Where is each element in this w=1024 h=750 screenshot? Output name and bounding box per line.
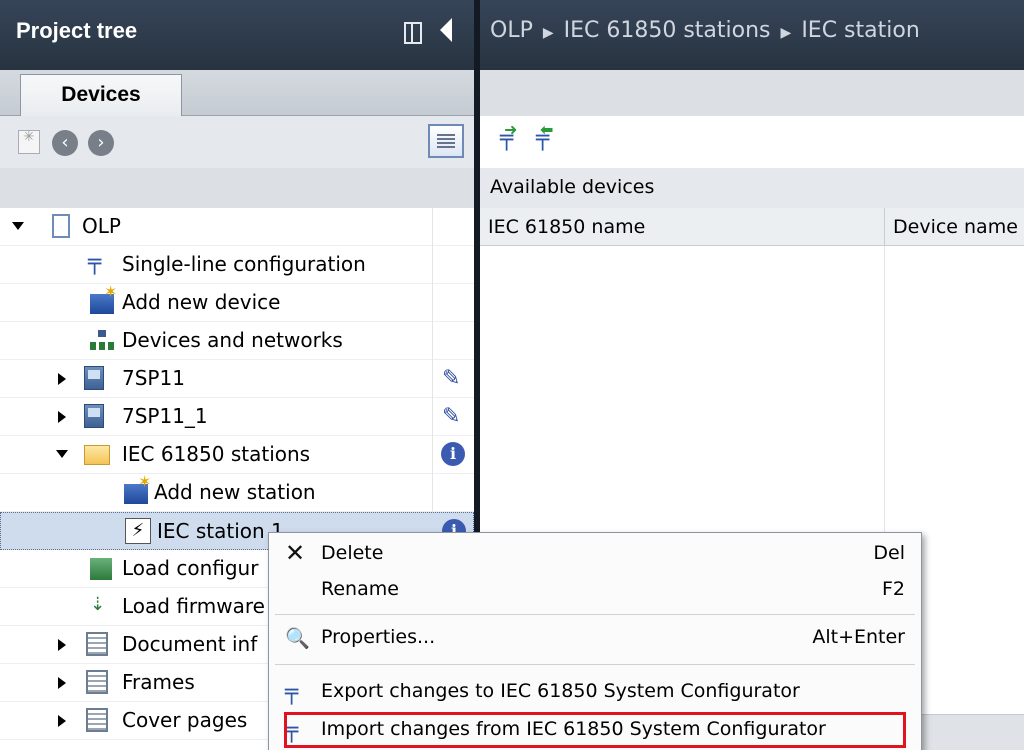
expand-arrow-icon[interactable] (58, 639, 66, 651)
tree-item-label: Add new device (122, 290, 281, 314)
tree-item-label: OLP (82, 214, 121, 238)
tree-item-label: Load firmware (122, 594, 265, 618)
tree-item-label: IEC 61850 stations (122, 442, 311, 466)
properties-icon: 🔍 (285, 626, 310, 650)
section-title: Available devices (480, 168, 1024, 208)
expand-arrow-icon[interactable] (58, 411, 66, 423)
tree-item-label: IEC station 1 (157, 519, 284, 543)
project-tree-header: Project tree (0, 0, 474, 70)
tree-item-olp[interactable]: OLP (0, 208, 474, 246)
breadcrumb-item[interactable]: IEC 61850 stations (564, 18, 771, 43)
frames-icon (86, 670, 108, 694)
column-header-device-name[interactable]: Device name (884, 208, 1024, 246)
device-icon (84, 366, 104, 390)
breadcrumb: OLP ▶ IEC 61850 stations ▶ IEC station (480, 0, 1024, 70)
tab-bar: Devices (0, 70, 474, 117)
expand-arrow-icon[interactable] (58, 677, 66, 689)
tree-item-label: Single-line configuration (122, 252, 366, 276)
layout-toggle-icon[interactable] (404, 22, 422, 44)
tree-item-devices-networks[interactable]: Devices and networks (0, 322, 474, 360)
tree-item-add-device[interactable]: Add new device (0, 282, 474, 322)
cover-pages-icon (86, 708, 108, 732)
menu-separator (275, 664, 915, 665)
menu-item-delete[interactable]: ✕ Delete Del (269, 537, 921, 573)
breadcrumb-item[interactable]: OLP (490, 18, 533, 43)
tree-toolbar: ‹ › (0, 116, 474, 168)
station-icon: ⚡ (125, 518, 151, 544)
expand-arrow-icon[interactable] (12, 222, 24, 230)
load-config-icon (90, 558, 112, 580)
tree-item-label: Document inf (122, 632, 258, 656)
shortcut: Del (873, 542, 905, 564)
panel-title: Project tree (16, 18, 138, 43)
forward-icon[interactable]: › (88, 130, 114, 156)
device-icon (84, 404, 104, 428)
editor-toolbar: ➜ ╤ ⬅ ╤ (480, 116, 1024, 168)
tree-item-label: 7SP11_1 (122, 404, 208, 428)
tree-item-label: Frames (122, 670, 195, 694)
breadcrumb-item[interactable]: IEC station (801, 18, 919, 43)
tab-devices[interactable]: Devices (20, 74, 182, 117)
expand-arrow-icon[interactable] (56, 450, 68, 458)
single-line-icon: ╤ (88, 250, 102, 275)
expand-arrow-icon[interactable] (58, 715, 66, 727)
context-menu: ✕ Delete Del Rename F2 🔍 Properties... A… (268, 532, 922, 750)
project-icon (52, 214, 70, 238)
expand-arrow-icon[interactable] (58, 373, 66, 385)
back-icon[interactable]: ‹ (52, 130, 78, 156)
info-icon: i (441, 442, 465, 466)
document-icon (86, 632, 108, 656)
tree-item-7sp11[interactable]: 7SP11 ✎ (0, 360, 474, 398)
menu-item-rename[interactable]: Rename F2 (269, 573, 921, 609)
breadcrumb-separator-icon: ▶ (542, 25, 554, 41)
collapse-panel-icon[interactable] (440, 18, 452, 42)
overview-icon[interactable] (428, 124, 464, 158)
folder-icon (84, 445, 110, 465)
editor-tab-strip (480, 70, 1024, 116)
tree-item-label: 7SP11 (122, 366, 185, 390)
table-header: IEC 61850 name Device name (480, 208, 1024, 246)
menu-item-export-changes[interactable]: ╤ Export changes to IEC 61850 System Con… (269, 675, 921, 711)
tree-item-label: Devices and networks (122, 328, 343, 352)
edit-pencil-icon: ✎ (442, 404, 461, 429)
menu-separator (275, 614, 915, 615)
load-firmware-icon: ⇣ (90, 594, 106, 615)
edit-pencil-icon: ✎ (442, 366, 461, 391)
tree-item-label: Cover pages (122, 708, 248, 732)
export-changes-icon[interactable]: ➜ ╤ (500, 120, 517, 151)
tree-item-iec-stations[interactable]: IEC 61850 stations i (0, 436, 474, 474)
highlight-box (284, 712, 906, 748)
network-icon (90, 330, 114, 352)
add-device-icon (90, 282, 117, 314)
tree-item-7sp11-1[interactable]: 7SP11_1 ✎ (0, 398, 474, 436)
import-changes-icon[interactable]: ⬅ ╤ (536, 120, 553, 151)
tree-item-single-line[interactable]: ╤ Single-line configuration (0, 246, 474, 284)
column-header-iec-name[interactable]: IEC 61850 name (480, 208, 884, 246)
delete-icon: ✕ (285, 539, 306, 567)
shortcut: F2 (881, 578, 905, 600)
breadcrumb-separator-icon: ▶ (780, 25, 792, 41)
new-group-icon[interactable] (18, 129, 40, 154)
add-station-icon (124, 472, 151, 504)
tree-item-label: Add new station (154, 480, 316, 504)
menu-item-properties[interactable]: 🔍 Properties... Alt+Enter (269, 621, 921, 657)
shortcut: Alt+Enter (812, 626, 905, 648)
tree-item-label: Load configur (122, 556, 259, 580)
tree-item-add-station[interactable]: Add new station (0, 472, 474, 512)
export-changes-icon: ╤ (285, 680, 299, 705)
tree-column-header (0, 168, 474, 208)
